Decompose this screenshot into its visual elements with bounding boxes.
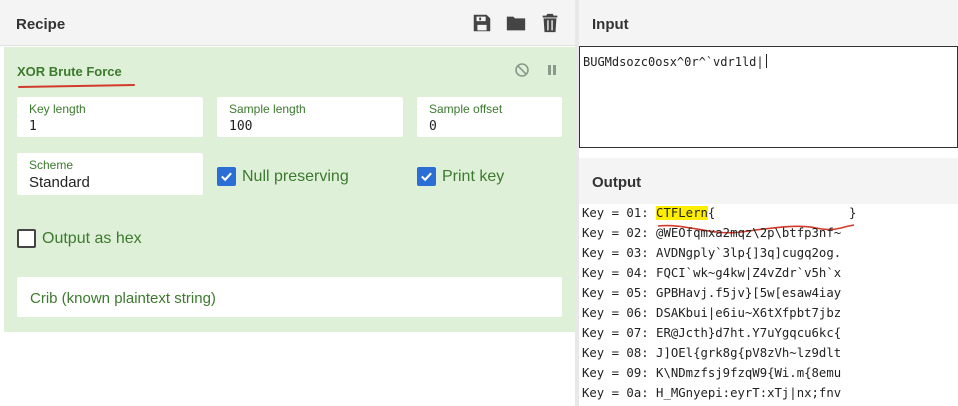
row-text: @WEOfqmxa2mqz\2p\btfp3nf~	[656, 226, 842, 240]
output-title: Output	[592, 174, 642, 191]
row-text: DSAKbui|e6iu~X6tXfpbt7jbz	[656, 306, 842, 320]
output-as-hex-checkbox[interactable]: Output as hex	[17, 229, 142, 248]
null-preserving-checkbox[interactable]: Null preserving	[217, 167, 349, 186]
crib-placeholder: Crib (known plaintext string)	[30, 290, 216, 307]
highlighted-match: CTFLern	[656, 206, 708, 220]
input-textarea[interactable]: BUGMdsozc0osx^0r^`vdr1ld|	[579, 46, 958, 148]
row-text: K\NDmzfsj9fzqW9{Wi.m{8emu	[656, 366, 842, 380]
checkbox-checked-icon[interactable]	[217, 167, 236, 186]
operation-controls	[514, 62, 560, 78]
row-tail: }	[849, 206, 857, 220]
scheme-label: Scheme	[29, 158, 74, 172]
xor-brute-force-operation: XOR Brute Force Key length 1 Sample leng…	[4, 47, 575, 332]
scheme-select[interactable]: Scheme Standard	[17, 153, 203, 195]
output-row: Key = 06: DSAKbui|e6iu~X6tXfpbt7jbz	[582, 306, 841, 326]
key-length-label: Key length	[29, 102, 86, 116]
row-text: GPBHavj.f5jv}[5w[esaw4iay	[656, 286, 842, 300]
crib-input[interactable]: Crib (known plaintext string)	[17, 277, 562, 317]
sample-length-field[interactable]: Sample length 100	[217, 97, 403, 137]
input-text: BUGMdsozc0osx^0r^`vdr1ld|	[583, 54, 767, 69]
row-text: {	[707, 206, 716, 220]
cyberchef-app: Recipe XOR Brute Force Key length 1 Samp…	[0, 0, 958, 406]
output-row: Key = 05: GPBHavj.f5jv}[5w[esaw4iay	[582, 286, 841, 306]
print-key-checkbox[interactable]: Print key	[417, 167, 504, 186]
row-key: Key = 09:	[582, 366, 657, 380]
input-header: Input	[579, 0, 958, 46]
output-as-hex-label: Output as hex	[42, 229, 142, 247]
row-key: Key = 08:	[582, 346, 657, 360]
row-key: Key = 01:	[582, 206, 657, 220]
text-caret	[765, 54, 767, 68]
operation-title: XOR Brute Force	[17, 64, 122, 79]
row-key: Key = 04:	[582, 266, 657, 280]
folder-icon[interactable]	[505, 12, 527, 34]
row-key: Key = 07:	[582, 326, 657, 340]
recipe-pane: Recipe XOR Brute Force Key length 1 Samp…	[0, 0, 575, 406]
print-key-label: Print key	[442, 167, 505, 185]
scheme-value: Standard	[29, 174, 90, 191]
recipe-title: Recipe	[16, 16, 66, 33]
sample-length-value: 100	[229, 119, 253, 134]
checkbox-unchecked-icon[interactable]	[17, 229, 36, 248]
sample-offset-label: Sample offset	[429, 102, 503, 116]
row-text: H_MGnyepi:eyrT:xTj|nx;fnv	[656, 386, 842, 400]
output-row: Key = 08: J]OEl{grk8g{pV8zVh~lz9dlt	[582, 346, 841, 366]
row-key: Key = 06:	[582, 306, 657, 320]
row-text: AVDNgply`3lp{]3q]cugq2og.	[656, 246, 842, 260]
row-text: J]OEl{grk8g{pV8zVh~lz9dlt	[656, 346, 842, 360]
input-title: Input	[592, 16, 629, 33]
row-key: Key = 02:	[582, 226, 657, 240]
row-key: Key = 05:	[582, 286, 657, 300]
output-row: Key = 04: FQCI`wk~g4kw|Z4vZdr`v5h`x	[582, 266, 841, 286]
row-key: Key = 03:	[582, 246, 657, 260]
trash-icon[interactable]	[539, 12, 561, 34]
row-key: Key = 0a:	[582, 386, 657, 400]
key-length-value: 1	[29, 119, 37, 134]
row-text: ER@Jcth}d7ht.Y7uYgqcu6kc{	[656, 326, 842, 340]
input-value: BUGMdsozc0osx^0r^`vdr1ld|	[583, 55, 764, 69]
output-row: Key = 09: K\NDmzfsj9fzqW9{Wi.m{8emu	[582, 366, 841, 386]
output-area[interactable]: Key = 01: CTFLern{} Key = 02: @WEOfqmxa2…	[579, 204, 958, 406]
output-row: Key = 02: @WEOfqmxa2mqz\2p\btfp3nf~	[582, 226, 841, 246]
row-text: FQCI`wk~g4kw|Z4vZdr`v5h`x	[656, 266, 842, 280]
checkbox-checked-icon[interactable]	[417, 167, 436, 186]
output-header: Output	[579, 158, 958, 204]
red-underline-annotation	[17, 83, 136, 89]
save-icon[interactable]	[471, 12, 493, 34]
disable-icon[interactable]	[514, 62, 530, 78]
sample-offset-field[interactable]: Sample offset 0	[417, 97, 562, 137]
output-row: Key = 07: ER@Jcth}d7ht.Y7uYgqcu6kc{	[582, 326, 841, 346]
output-row: Key = 0a: H_MGnyepi:eyrT:xTj|nx;fnv	[582, 386, 841, 406]
io-pane: Input BUGMdsozc0osx^0r^`vdr1ld| Output K…	[579, 0, 958, 406]
pause-icon[interactable]	[544, 62, 560, 78]
recipe-toolbar	[471, 12, 561, 34]
recipe-header: Recipe	[0, 0, 575, 46]
sample-offset-value: 0	[429, 119, 437, 134]
key-length-field[interactable]: Key length 1	[17, 97, 203, 137]
sample-length-label: Sample length	[229, 102, 306, 116]
null-preserving-label: Null preserving	[242, 167, 349, 185]
output-row: Key = 03: AVDNgply`3lp{]3q]cugq2og.	[582, 246, 841, 266]
